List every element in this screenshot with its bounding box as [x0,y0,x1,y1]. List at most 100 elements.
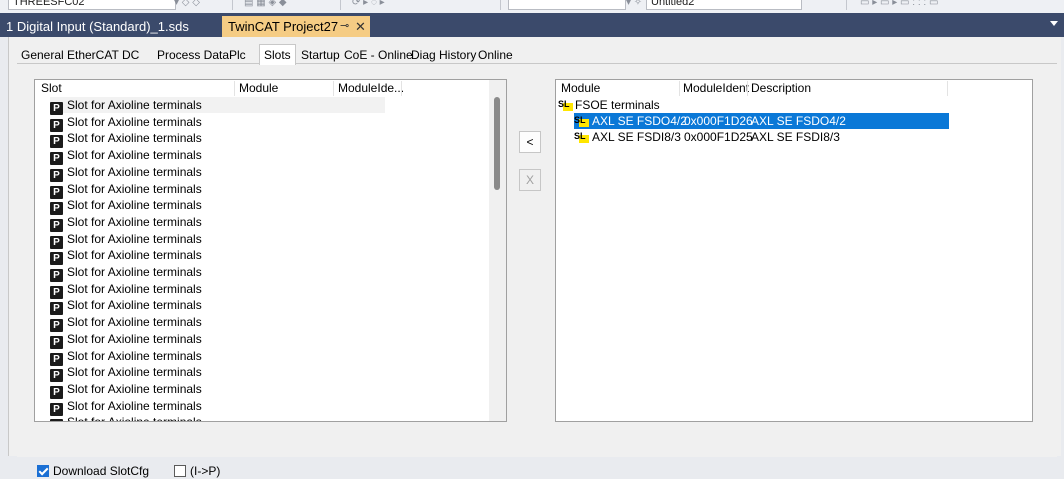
slot-label: Slot for Axioline terminals [67,181,202,196]
doc-tab-sds[interactable]: 1 Digital Input (Standard)_1.sds [0,16,218,37]
module-name: AXL SE FSDI8/3 [592,130,681,144]
slot-label: Slot for Axioline terminals [67,265,202,279]
module-list[interactable]: Module ModuleIdent Description SL FSOE te… [555,79,1033,422]
pin-icon[interactable]: ⊸ [340,16,349,37]
column-header-moduleident[interactable]: ModuleIde... [338,81,404,96]
slot-label: Slot for Axioline terminals [67,214,202,229]
slot-label: Slot for Axioline terminals [67,315,202,330]
slot-row[interactable]: PSlot for Axioline terminals [50,281,202,299]
slot-label: Slot for Axioline terminals [67,398,202,413]
tab-overflow-icon[interactable] [1050,21,1058,26]
slot-row[interactable]: PSlot for Axioline terminals [50,364,202,383]
slot-row[interactable]: PSlot for Axioline terminals [50,197,202,216]
slot-row[interactable]: PSlot for Axioline terminals [50,130,202,149]
remove-module-button[interactable]: X [519,169,541,191]
slot-row[interactable]: PSlot for Axioline terminals [50,314,202,333]
slot-label: Slot for Axioline terminals [67,231,202,246]
slot-row[interactable]: PSlot for Axioline terminals [50,181,202,199]
slot-row[interactable]: PSlot for Axioline terminals [50,147,202,166]
column-divider[interactable] [401,81,402,96]
slot-label: Slot for Axioline terminals [67,114,202,129]
vertical-scrollbar[interactable] [489,80,506,421]
slot-row[interactable]: PSlot for Axioline terminals [50,214,202,232]
slot-label: Slot for Axioline terminals [67,148,202,163]
slot-label: Slot for Axioline terminals [67,298,202,313]
slot-row[interactable]: PSlot for Axioline terminals [50,331,202,349]
tab-diag-history[interactable]: Diag History [411,47,476,63]
tab-plc[interactable]: Plc [229,47,246,63]
doc-tab-label: TwinCAT Project27 [228,19,339,34]
slot-row[interactable]: PSlot for Axioline terminals [50,264,202,282]
column-divider[interactable] [679,81,680,96]
doc-tab-project[interactable]: TwinCAT Project27 ⊸ ✕ [222,16,370,37]
module-group-fsoe[interactable]: SL FSOE terminals [558,97,660,113]
tab-ethercat[interactable]: EtherCAT [67,47,119,63]
toolbar-separator [500,0,501,10]
blank-combo[interactable] [508,0,626,10]
toolbar-separator [340,0,341,10]
slot-row[interactable]: PSlot for Axioline terminals [50,348,202,366]
checkbox-label: Download SlotCfg [53,464,150,478]
close-icon[interactable]: ✕ [355,16,366,37]
tab-slots[interactable]: Slots [259,44,296,65]
module-description: AXL SE FSDI8/3 [751,130,840,144]
tab-startup[interactable]: Startup [301,47,340,63]
tab-online[interactable]: Online [478,47,513,63]
column-divider[interactable] [747,81,748,96]
scrollbar-thumb[interactable] [494,97,500,190]
toolbar-icons[interactable]: ▤ ▦ ◈ ◆ [244,0,287,8]
column-header-description[interactable]: Description [751,81,811,96]
slot-label: Slot for Axioline terminals [67,381,202,396]
column-header-slot[interactable]: Slot [41,81,62,96]
download-slotcfg-checkbox[interactable]: Download SlotCfg [37,463,149,479]
column-header-module[interactable]: Module [239,81,278,96]
slot-label: Slot for Axioline terminals [67,131,202,146]
device-combo[interactable]: THREESFC02 [8,0,176,10]
slot-row[interactable]: PSlot for Axioline terminals [50,381,202,399]
toolbar-icons[interactable]: ⟳ ▸ ◌ ▸ [352,0,385,8]
dropdown-icon[interactable]: ▾ ◇ ◇ [174,0,200,8]
group-label: FSOE terminals [575,98,660,112]
tab-process-data[interactable]: Process Data [157,47,229,63]
slot-row[interactable]: PSlot for Axioline terminals [50,414,202,421]
slot-row[interactable]: PSlot for Axioline terminals [50,297,202,316]
slot-row[interactable]: PSlot for Axioline terminals [50,231,202,249]
tab-coe-online[interactable]: CoE - Online [344,47,413,63]
toolbar-icons[interactable]: ▭ ▸ ▭ ▸ ▭ : : : ▭ [860,0,938,8]
checkbox-unchecked-icon[interactable] [174,465,186,477]
tab-dc[interactable]: DC [122,47,139,63]
slot-row[interactable]: PSlot for Axioline terminals [50,97,385,115]
safety-logic-icon: SL [558,98,573,111]
insert-module-button[interactable]: < [519,131,541,153]
slot-list[interactable]: Slot Module ModuleIde... P Slot for Axiol… [34,79,507,422]
column-header-moduleident[interactable]: ModuleIdent [683,81,749,96]
safety-logic-icon: SL [574,114,589,127]
slot-icon: P [50,419,63,421]
doc-tab-label: 1 Digital Input (Standard)_1.sds [6,19,189,34]
toolbar: THREESFC02 ▾ ◇ ◇ ▤ ▦ ◈ ◆ ⟳ ▸ ◌ ▸ ▾ ✧ Unt… [0,0,1064,13]
column-divider[interactable] [333,81,334,96]
column-divider[interactable] [234,81,235,96]
slot-row[interactable]: PSlot for Axioline terminals [50,114,202,132]
toolbar-separator [232,0,233,10]
slot-row[interactable]: PSlot for Axioline terminals [50,247,202,266]
module-ident: 0x000F1D25 [684,130,753,144]
column-divider[interactable] [947,81,948,96]
editor-frame: General EtherCAT DC Process Data Plc Slo… [8,37,1061,478]
module-row[interactable]: SL AXL SE FSDO4/2 0x000F1D26 AXL SE FSDO4… [574,113,949,129]
safety-logic-icon: SL [574,130,589,143]
slot-label: Slot for Axioline terminals [67,281,202,296]
module-name: AXL SE FSDO4/2 [592,114,687,128]
tab-general[interactable]: General [21,47,64,63]
slot-row[interactable]: PSlot for Axioline terminals [50,398,202,416]
i-to-p-checkbox[interactable]: (I->P) [174,463,220,479]
checkbox-checked-icon[interactable] [37,465,49,477]
solution-combo[interactable]: Untitled2 [646,0,802,10]
slot-row[interactable]: PSlot for Axioline terminals [50,164,202,182]
slot-label: Slot for Axioline terminals [67,248,202,263]
module-row[interactable]: SL AXL SE FSDI8/3 0x000F1D25 AXL SE FSDI8… [574,129,949,145]
dropdown-icon[interactable]: ▾ ✧ [626,0,642,8]
column-header-module[interactable]: Module [561,81,600,96]
module-description: AXL SE FSDO4/2 [751,114,846,128]
slot-label: Slot for Axioline terminals [67,348,202,363]
